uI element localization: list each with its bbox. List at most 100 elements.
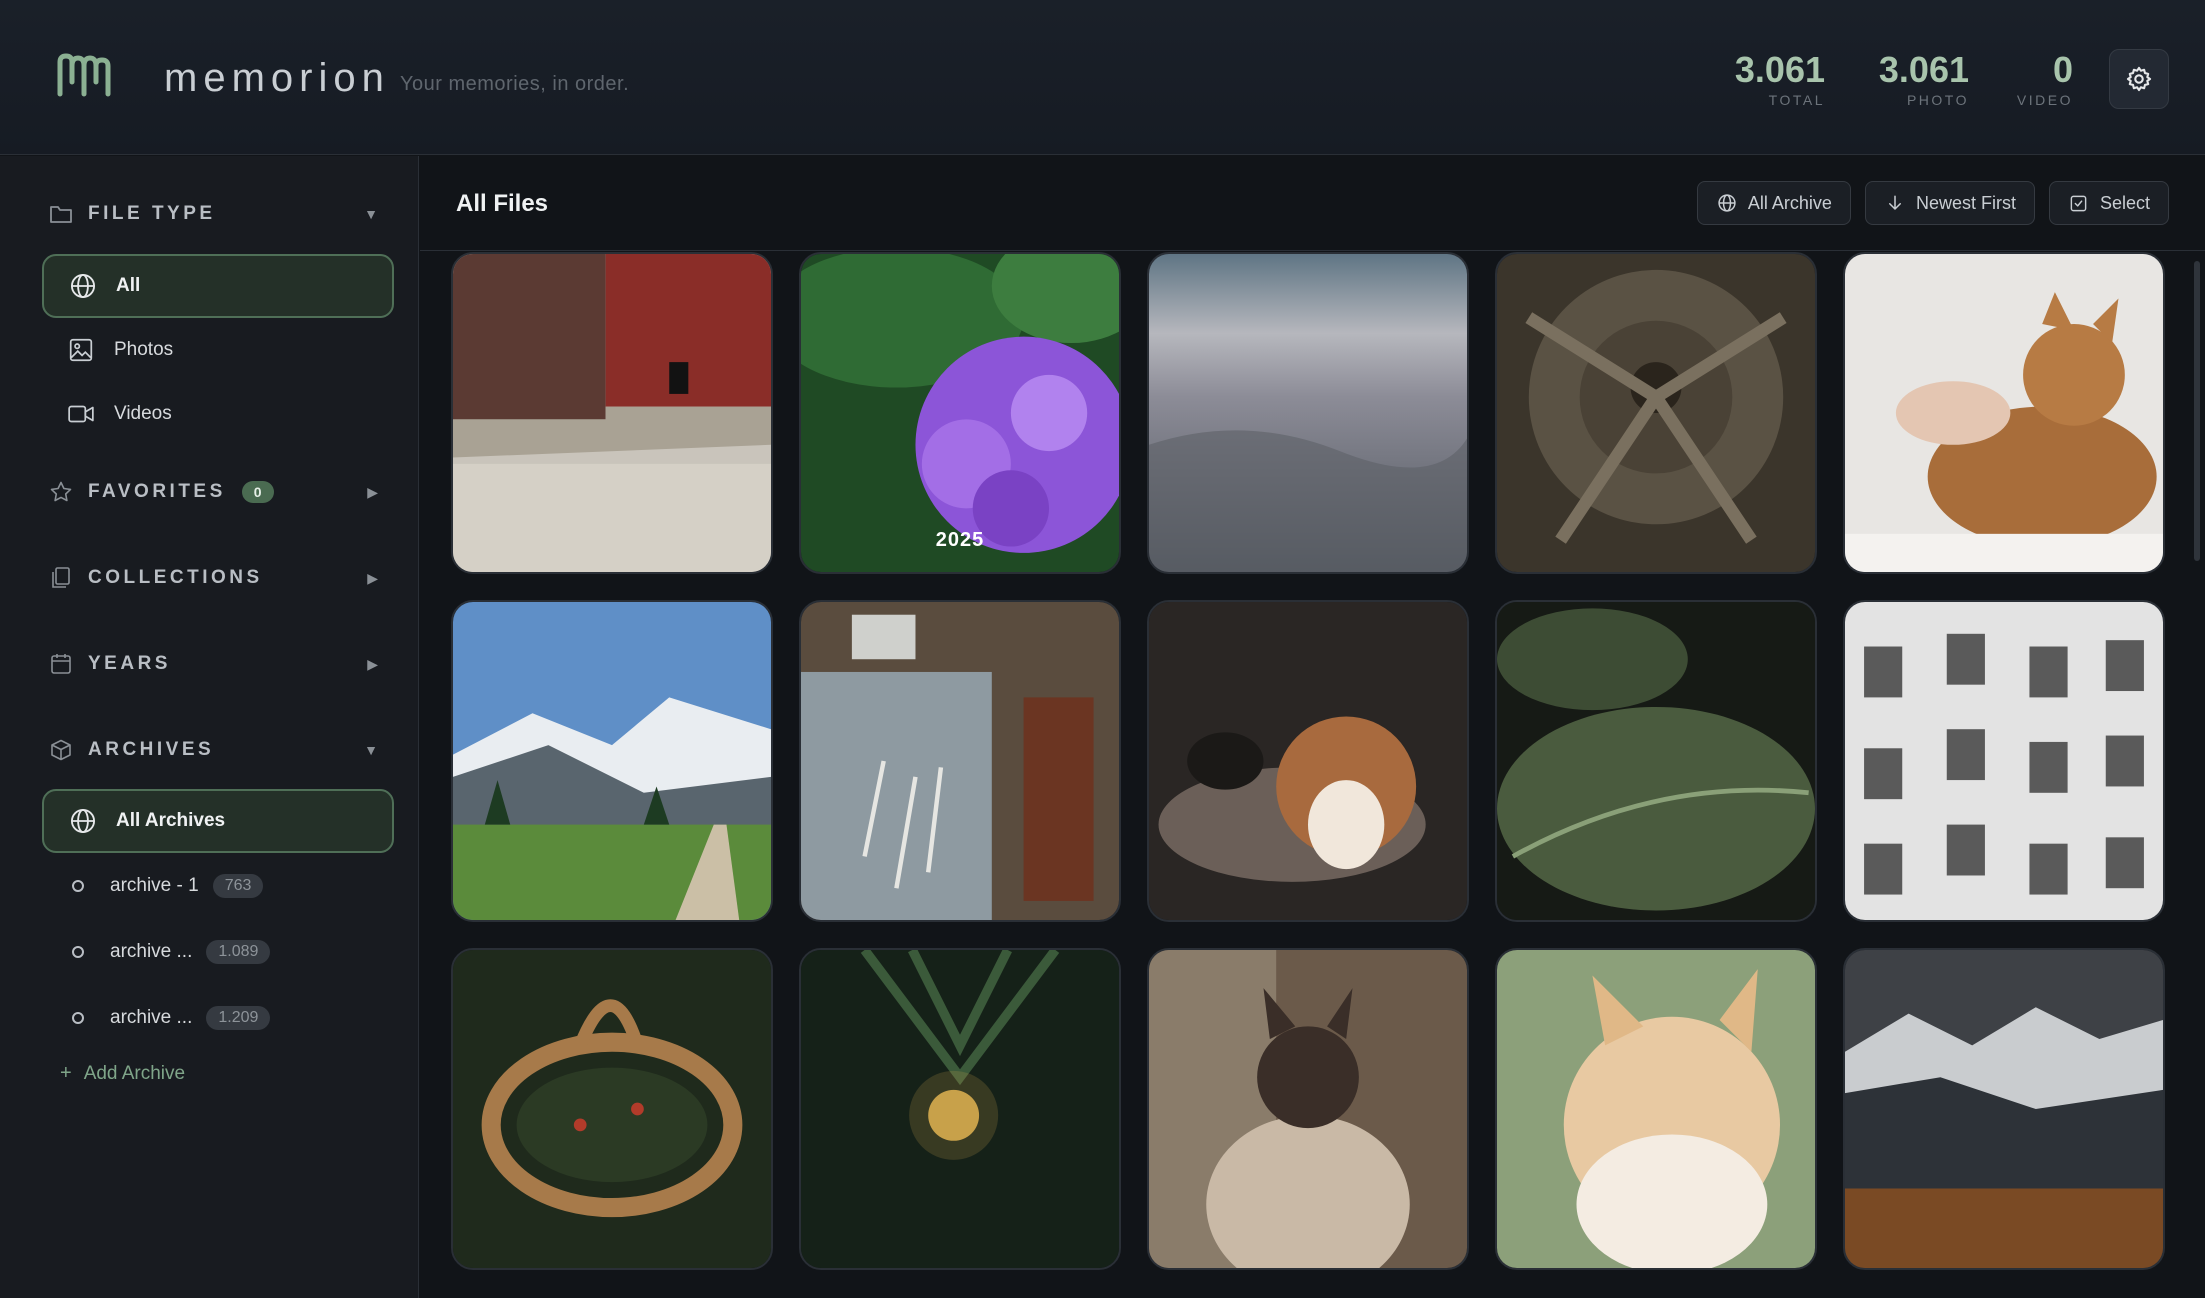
add-archive-button[interactable]: + Add Archive xyxy=(60,1062,185,1085)
photo-thumbnail xyxy=(1497,602,1815,920)
photo-thumbnail xyxy=(1497,950,1815,1268)
grid-scrollbar[interactable] xyxy=(2194,261,2200,561)
arrow-down-icon xyxy=(1884,192,1906,214)
media-tile[interactable] xyxy=(1843,948,2165,1270)
archives-section-toggle[interactable]: ARCHIVES ▼ xyxy=(48,732,378,768)
years-title: YEARS xyxy=(88,653,171,674)
stat-video: 0 VIDEO xyxy=(2016,49,2073,109)
sort-button[interactable]: Newest First xyxy=(1864,181,2035,225)
app-name: memorion xyxy=(164,56,390,100)
stat-photo-value: 3.061 xyxy=(1878,49,1969,90)
page-title: All Files xyxy=(456,190,549,217)
app-tagline: Your memories, in order. xyxy=(400,73,630,95)
toolbar: All Archive Newest First Select xyxy=(1696,181,2169,225)
archive-item[interactable]: archive ... 1.089 xyxy=(72,932,271,972)
collections-icon xyxy=(48,565,74,591)
media-tile[interactable] xyxy=(1147,252,1469,574)
stat-total: 3.061 TOTAL xyxy=(1735,50,1825,109)
archive-item-label: archive ... xyxy=(110,1007,193,1028)
photo-thumbnail xyxy=(1845,602,2163,920)
archive-filter-button[interactable]: All Archive xyxy=(1696,181,1851,225)
filter-videos[interactable]: Videos xyxy=(42,382,394,446)
collections-title: COLLECTIONS xyxy=(88,567,263,588)
stat-photo-label: PHOTO xyxy=(1906,92,1969,108)
archive-item-label: archive - 1 xyxy=(110,875,199,896)
select-button[interactable]: Select xyxy=(2048,181,2169,225)
media-tile[interactable] xyxy=(1495,600,1817,922)
filter-all-label: All xyxy=(116,275,141,296)
stat-photo: 3.061 PHOTO xyxy=(1878,49,1969,109)
media-tile[interactable] xyxy=(1843,600,2165,922)
globe-icon xyxy=(1716,192,1738,214)
gear-icon xyxy=(2126,66,2152,92)
archive-item[interactable]: archive ... 1.209 xyxy=(72,998,271,1038)
main-content: All Files All Archive Newest First Selec… xyxy=(420,156,2205,1298)
sidebar: FILE TYPE ▼ All Photos Videos FAVORITES … xyxy=(0,156,419,1298)
photo-thumbnail xyxy=(1149,602,1467,920)
tile-year-label: 2025 xyxy=(935,529,985,551)
photo-thumbnail xyxy=(453,950,771,1268)
media-tile[interactable]: 2025 xyxy=(799,252,1121,574)
checkbox-icon xyxy=(2068,192,2090,214)
archive-count-badge: 763 xyxy=(212,874,264,898)
stat-total-label: TOTAL xyxy=(1768,92,1825,108)
chevron-right-icon: ▶ xyxy=(367,483,378,500)
archive-count-badge: 1.089 xyxy=(206,940,271,964)
settings-button[interactable] xyxy=(2109,49,2169,109)
photo-thumbnail xyxy=(1497,254,1815,572)
photo-thumbnail xyxy=(453,602,771,920)
media-grid: 2025 xyxy=(451,252,2181,1298)
media-tile[interactable] xyxy=(799,948,1121,1270)
media-tile[interactable] xyxy=(1843,252,2165,574)
media-tile[interactable] xyxy=(1147,948,1469,1270)
file-type-section-toggle[interactable]: FILE TYPE ▼ xyxy=(48,196,378,232)
archive-all[interactable]: All Archives xyxy=(42,789,394,853)
calendar-icon xyxy=(48,651,74,677)
archive-item[interactable]: archive - 1 763 xyxy=(72,866,264,906)
star-icon xyxy=(48,479,74,505)
photo-thumbnail xyxy=(453,254,771,572)
media-tile[interactable] xyxy=(451,600,773,922)
archives-title: ARCHIVES xyxy=(88,739,215,760)
archive-dot-icon xyxy=(72,880,84,892)
filter-photos[interactable]: Photos xyxy=(42,318,394,382)
file-type-title: FILE TYPE xyxy=(88,203,216,224)
media-tile[interactable] xyxy=(451,948,773,1270)
chevron-right-icon: ▶ xyxy=(367,655,378,672)
photo-thumbnail xyxy=(1149,254,1467,572)
stat-video-value: 0 xyxy=(2052,49,2073,90)
archive-item-label: archive ... xyxy=(110,941,193,962)
video-icon xyxy=(66,399,96,429)
globe-icon xyxy=(68,271,98,301)
media-tile[interactable] xyxy=(1495,948,1817,1270)
filter-all[interactable]: All xyxy=(42,254,394,318)
photo-thumbnail xyxy=(801,950,1119,1268)
chevron-down-icon: ▼ xyxy=(364,206,378,222)
favorites-section-toggle[interactable]: FAVORITES 0 ▶ xyxy=(48,474,378,510)
filter-photos-label: Photos xyxy=(114,339,174,360)
collections-section-toggle[interactable]: COLLECTIONS ▶ xyxy=(48,560,378,596)
select-label: Select xyxy=(2099,192,2150,213)
archive-all-label: All Archives xyxy=(116,810,226,831)
memorion-logo-icon xyxy=(57,53,111,97)
box-icon xyxy=(48,737,74,763)
folder-icon xyxy=(48,201,74,227)
media-tile[interactable] xyxy=(1147,600,1469,922)
app-header: memorion Your memories, in order. 3.061 … xyxy=(0,0,2205,155)
plus-icon: + xyxy=(60,1062,72,1084)
years-section-toggle[interactable]: YEARS ▶ xyxy=(48,646,378,682)
media-tile[interactable] xyxy=(451,252,773,574)
favorites-count-badge: 0 xyxy=(241,481,274,503)
media-tile[interactable] xyxy=(799,600,1121,922)
main-divider xyxy=(420,250,2205,251)
archive-dot-icon xyxy=(72,946,84,958)
add-archive-label: Add Archive xyxy=(83,1062,186,1084)
photo-thumbnail xyxy=(801,602,1119,920)
filter-videos-label: Videos xyxy=(114,403,172,424)
stat-video-label: VIDEO xyxy=(2016,92,2073,108)
archive-count-badge: 1.209 xyxy=(206,1006,271,1030)
sort-label: Newest First xyxy=(1915,192,2016,213)
photo-thumbnail xyxy=(801,254,1119,572)
media-tile[interactable] xyxy=(1495,252,1817,574)
archive-filter-label: All Archive xyxy=(1747,192,1832,213)
